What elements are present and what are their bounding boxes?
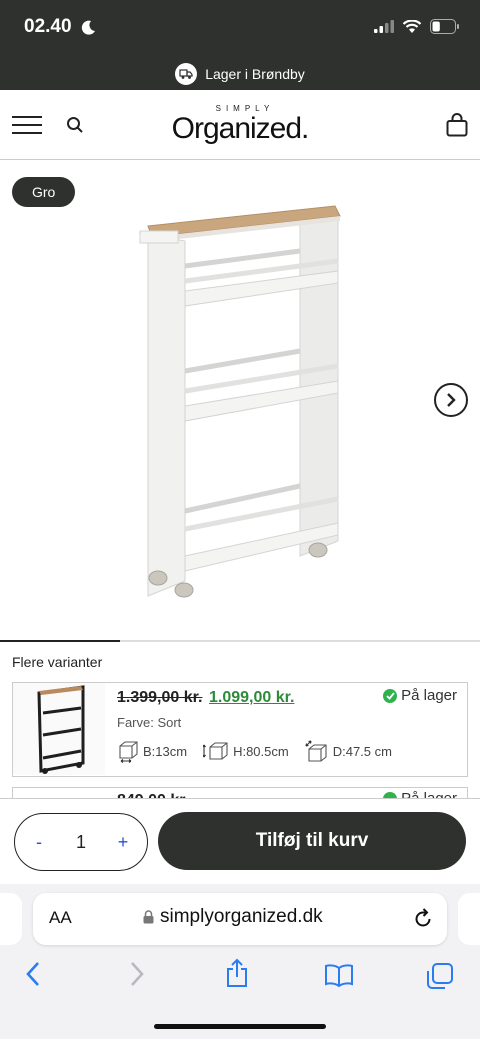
variant-color: Farve: Sort bbox=[117, 715, 182, 730]
variant-card[interactable]: 1.399,00 kr. 1.099,00 kr. På lager Farve… bbox=[12, 682, 468, 777]
forward-icon[interactable] bbox=[128, 961, 146, 987]
url-label: simplyorganized.dk bbox=[160, 906, 323, 927]
chevron-right-icon bbox=[447, 393, 456, 407]
truck-icon bbox=[175, 63, 198, 85]
quantity-value[interactable]: 1 bbox=[76, 832, 86, 853]
status-time: 02.40 bbox=[24, 16, 72, 37]
back-icon[interactable] bbox=[24, 961, 42, 987]
address-text[interactable]: simplyorganized.dk bbox=[143, 906, 323, 928]
address-bar[interactable]: AA simplyorganized.dk bbox=[33, 893, 447, 945]
variant-dimensions: B:13cm H:80.5cm D:47.5 cm bbox=[117, 739, 392, 763]
depth-dimension: D:47.5 cm bbox=[305, 740, 392, 762]
depth-box-icon bbox=[305, 740, 327, 762]
height-dimension: H:80.5cm bbox=[203, 740, 289, 762]
gallery-progress-track bbox=[0, 640, 480, 642]
home-indicator bbox=[154, 1024, 326, 1029]
shopping-bag-icon[interactable] bbox=[446, 113, 468, 137]
add-to-cart-bar: - 1 + Tilføj til kurv bbox=[0, 798, 480, 884]
variant-thumbnail bbox=[13, 683, 105, 775]
width-value: B:13cm bbox=[143, 743, 188, 759]
menu-icon[interactable] bbox=[12, 116, 42, 134]
bookmarks-icon[interactable] bbox=[324, 963, 354, 987]
product-gallery[interactable]: Gro bbox=[0, 161, 480, 641]
status-bar: 02.40 bbox=[0, 0, 480, 58]
logo-text: Organized. bbox=[171, 112, 310, 145]
gallery-progress-fill bbox=[0, 640, 120, 642]
store-location-bar[interactable]: Lager i Brøndby bbox=[0, 58, 480, 90]
previous-tab-peek[interactable] bbox=[0, 893, 22, 945]
check-circle-icon bbox=[383, 688, 398, 703]
variant-new-price[interactable]: 1.099,00 kr. bbox=[209, 689, 294, 707]
variants-title: Flere varianter bbox=[12, 654, 103, 670]
variant-old-price: 1.399,00 kr. bbox=[117, 689, 203, 706]
width-box-icon bbox=[119, 741, 138, 763]
increase-quantity-button[interactable]: + bbox=[113, 832, 133, 853]
product-tag: Gro bbox=[12, 177, 76, 207]
tabs-icon[interactable] bbox=[426, 962, 454, 990]
next-tab-peek[interactable] bbox=[458, 893, 480, 945]
width-dimension: B:13cm bbox=[117, 739, 187, 763]
lock-icon bbox=[143, 910, 154, 924]
depth-value: D:47.5 cm bbox=[332, 743, 392, 759]
wifi-icon bbox=[402, 19, 422, 33]
reload-icon[interactable] bbox=[413, 907, 433, 929]
quantity-stepper[interactable]: - 1 + bbox=[14, 813, 148, 871]
site-header: SIMPLY Organized. bbox=[0, 90, 480, 160]
battery-icon bbox=[430, 19, 459, 34]
product-image bbox=[138, 205, 341, 598]
stock-status: På lager bbox=[383, 687, 457, 704]
moon-icon bbox=[81, 20, 95, 35]
stock-label: På lager bbox=[401, 687, 457, 704]
store-label: Lager i Brøndby bbox=[205, 66, 305, 82]
height-value: H:80.5cm bbox=[233, 743, 289, 759]
share-icon[interactable] bbox=[225, 958, 249, 988]
next-image-button[interactable] bbox=[434, 383, 468, 417]
site-logo[interactable]: SIMPLY Organized. bbox=[170, 104, 310, 145]
decrease-quantity-button[interactable]: - bbox=[29, 832, 49, 853]
reader-options-button[interactable]: AA bbox=[49, 908, 72, 928]
height-box-icon bbox=[203, 742, 228, 760]
signal-icon bbox=[374, 20, 394, 33]
add-to-cart-button[interactable]: Tilføj til kurv bbox=[158, 812, 466, 870]
status-indicators bbox=[374, 19, 460, 34]
search-icon[interactable] bbox=[66, 116, 84, 134]
browser-chrome: AA simplyorganized.dk bbox=[0, 884, 480, 1039]
